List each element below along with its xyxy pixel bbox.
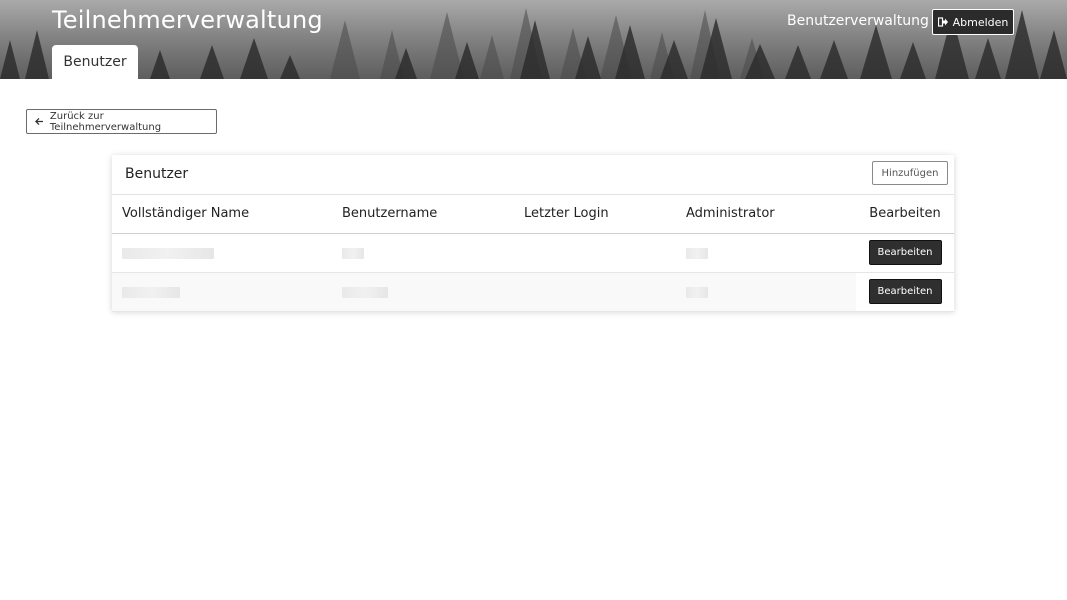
cell-edit: Bearbeiten [856, 272, 954, 312]
redacted-username [342, 248, 364, 259]
column-header-administrator[interactable]: Administrator [686, 195, 856, 234]
back-button[interactable]: Zurück zur Teilnehmerverwaltung [26, 109, 217, 134]
add-user-button[interactable]: Hinzufügen [872, 161, 948, 185]
arrow-left-icon [35, 117, 44, 126]
cell-administrator [686, 272, 856, 312]
redacted-full-name [122, 287, 180, 298]
edit-button[interactable]: Bearbeiten [868, 240, 942, 265]
card-title: Benutzer [125, 166, 189, 182]
redacted-username [342, 287, 388, 298]
table-header-row: Vollständiger Name Benutzername Letzter … [112, 195, 954, 234]
column-header-edit: Bearbeiten [856, 195, 954, 234]
column-header-last-login[interactable]: Letzter Login [524, 195, 686, 234]
nav-link-user-management[interactable]: Benutzerverwaltung [787, 13, 929, 29]
column-header-full-name[interactable]: Vollständiger Name [112, 195, 342, 234]
table-row: Bearbeiten [112, 272, 954, 312]
column-header-username[interactable]: Benutzername [342, 195, 524, 234]
redacted-admin [686, 248, 708, 259]
table-row: Bearbeiten [112, 233, 954, 273]
redacted-admin [686, 287, 708, 298]
cell-full-name [112, 233, 342, 273]
users-card: Benutzer Hinzufügen Vollständiger Name B… [112, 155, 954, 312]
users-table: Vollständiger Name Benutzername Letzter … [112, 195, 954, 312]
app-title: Teilnehmerverwaltung [52, 6, 323, 34]
logout-label: Abmelden [952, 15, 1009, 29]
edit-button[interactable]: Bearbeiten [868, 279, 942, 304]
sign-out-icon [937, 17, 948, 27]
redacted-full-name [122, 248, 214, 259]
tab-users[interactable]: Benutzer [52, 45, 138, 79]
cell-username [342, 233, 524, 273]
cell-last-login [524, 233, 686, 273]
logout-button[interactable]: Abmelden [932, 9, 1014, 35]
back-button-label: Zurück zur Teilnehmerverwaltung [49, 110, 162, 133]
cell-edit: Bearbeiten [856, 233, 954, 273]
header-banner: Teilnehmerverwaltung Benutzerverwaltung … [0, 0, 1067, 79]
card-header: Benutzer Hinzufügen [112, 155, 954, 195]
cell-full-name [112, 272, 342, 312]
cell-administrator [686, 233, 856, 273]
cell-last-login [524, 272, 686, 312]
cell-username [342, 272, 524, 312]
